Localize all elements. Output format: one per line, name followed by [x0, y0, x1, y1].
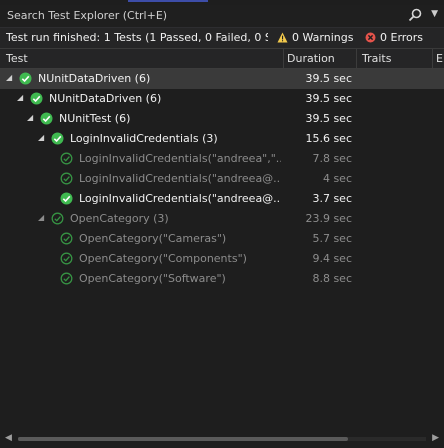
tree-row[interactable]: LoginInvalidCredentials("andreea","... 7…	[0, 149, 444, 169]
test-duration: 9.4 sec	[312, 252, 352, 265]
passed-icon	[19, 72, 32, 85]
errors-filter[interactable]: 0 Errors	[365, 31, 423, 44]
column-divider[interactable]	[283, 49, 284, 68]
passed-icon	[40, 112, 53, 125]
tree-row[interactable]: ◢ LoginInvalidCredentials (3) 15.6 sec	[0, 129, 444, 149]
column-extra[interactable]: E	[436, 52, 443, 65]
tree-row[interactable]: LoginInvalidCredentials("andreea@... 4 s…	[0, 169, 444, 189]
top-border	[0, 0, 444, 4]
errors-count: 0 Errors	[380, 31, 424, 44]
search-icon[interactable]	[408, 8, 422, 22]
expand-arrow-icon[interactable]: ◢	[38, 213, 44, 222]
test-name: OpenCategory("Cameras")	[79, 232, 227, 245]
test-duration: 39.5 sec	[305, 112, 352, 125]
tree-row[interactable]: OpenCategory("Software") 8.8 sec	[0, 269, 444, 289]
test-name: NUnitDataDriven (6)	[49, 92, 162, 105]
search-bar[interactable]: Search Test Explorer (Ctrl+E) ▼	[0, 5, 444, 28]
expand-arrow-icon[interactable]: ◢	[38, 133, 44, 142]
passed-icon	[60, 272, 73, 285]
tree-row[interactable]: ◢ NUnitDataDriven (6) 39.5 sec	[0, 69, 444, 89]
test-duration: 7.8 sec	[312, 152, 352, 165]
column-duration[interactable]: Duration	[287, 52, 335, 65]
warning-icon	[277, 32, 288, 43]
test-name: OpenCategory("Software")	[79, 272, 226, 285]
passed-icon	[60, 172, 73, 185]
passed-icon	[51, 212, 64, 225]
test-name: OpenCategory (3)	[70, 212, 169, 225]
tree-row[interactable]: LoginInvalidCredentials("andreea@... 3.7…	[0, 189, 444, 209]
tree-row[interactable]: OpenCategory("Components") 9.4 sec	[0, 249, 444, 269]
passed-icon	[60, 152, 73, 165]
horizontal-scrollbar[interactable]: ◀ ▶	[0, 430, 444, 448]
test-name: NUnitDataDriven (6)	[38, 72, 151, 85]
column-divider[interactable]	[432, 49, 433, 68]
scroll-left-icon[interactable]: ◀	[5, 433, 12, 443]
column-divider[interactable]	[356, 49, 357, 68]
test-duration: 23.9 sec	[305, 212, 352, 225]
tree-row[interactable]: ◢ NUnitTest (6) 39.5 sec	[0, 109, 444, 129]
column-header: Test Duration Traits E	[0, 49, 444, 69]
test-duration: 3.7 sec	[312, 192, 352, 205]
test-name: LoginInvalidCredentials("andreea@...	[79, 192, 281, 205]
test-name: OpenCategory("Components")	[79, 252, 247, 265]
scroll-right-icon[interactable]: ▶	[432, 433, 439, 443]
search-input[interactable]: Search Test Explorer (Ctrl+E)	[7, 9, 167, 22]
test-duration: 15.6 sec	[305, 132, 352, 145]
scrollbar-track[interactable]	[18, 437, 426, 441]
column-test[interactable]: Test	[6, 52, 28, 65]
test-duration: 5.7 sec	[312, 232, 352, 245]
search-options-dropdown-icon[interactable]: ▼	[431, 9, 438, 19]
passed-icon	[51, 132, 64, 145]
run-summary-bar: Test run finished: 1 Tests (1 Passed, 0 …	[0, 28, 444, 49]
warnings-filter[interactable]: 0 Warnings	[277, 31, 353, 44]
test-duration: 39.5 sec	[305, 92, 352, 105]
test-name: LoginInvalidCredentials("andreea","...	[79, 152, 281, 165]
run-summary-message: Test run finished: 1 Tests (1 Passed, 0 …	[6, 31, 268, 44]
column-traits[interactable]: Traits	[362, 52, 391, 65]
active-tab-indicator	[128, 0, 208, 2]
tree-row[interactable]: ◢ NUnitDataDriven (6) 39.5 sec	[0, 89, 444, 109]
warnings-count: 0 Warnings	[292, 31, 354, 44]
passed-icon	[60, 252, 73, 265]
expand-arrow-icon[interactable]: ◢	[17, 93, 23, 102]
test-name: LoginInvalidCredentials (3)	[70, 132, 218, 145]
test-name: LoginInvalidCredentials("andreea@...	[79, 172, 281, 185]
test-duration: 39.5 sec	[305, 72, 352, 85]
passed-icon	[30, 92, 43, 105]
test-duration: 8.8 sec	[312, 272, 352, 285]
tree-row[interactable]: OpenCategory("Cameras") 5.7 sec	[0, 229, 444, 249]
test-duration: 4 sec	[322, 172, 352, 185]
passed-icon	[60, 232, 73, 245]
expand-arrow-icon[interactable]: ◢	[6, 73, 12, 82]
tree-row[interactable]: ◢ OpenCategory (3) 23.9 sec	[0, 209, 444, 229]
test-name: NUnitTest (6)	[59, 112, 131, 125]
expand-arrow-icon[interactable]: ◢	[27, 113, 33, 122]
scrollbar-thumb[interactable]	[18, 437, 348, 441]
passed-icon	[60, 192, 73, 205]
error-icon	[365, 32, 376, 43]
